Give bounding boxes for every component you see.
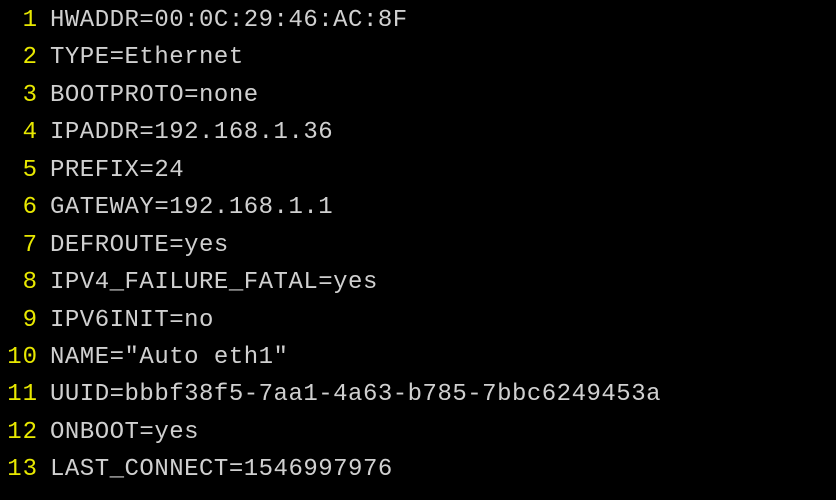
- line-number: 3: [0, 77, 50, 114]
- line-number: 7: [0, 227, 50, 264]
- line-number: 13: [0, 451, 50, 488]
- line-content[interactable]: IPV6INIT=no: [50, 302, 214, 339]
- editor-line[interactable]: 3 BOOTPROTO=none: [0, 77, 836, 114]
- line-content[interactable]: ONBOOT=yes: [50, 414, 199, 451]
- editor-line[interactable]: 6 GATEWAY=192.168.1.1: [0, 189, 836, 226]
- editor-line[interactable]: 7 DEFROUTE=yes: [0, 227, 836, 264]
- line-number: 5: [0, 152, 50, 189]
- line-content[interactable]: HWADDR=00:0C:29:46:AC:8F: [50, 2, 408, 39]
- line-content[interactable]: IPV4_FAILURE_FATAL=yes: [50, 264, 378, 301]
- line-number: 1: [0, 2, 50, 39]
- editor-line[interactable]: 1 HWADDR=00:0C:29:46:AC:8F: [0, 2, 836, 39]
- line-number: 12: [0, 414, 50, 451]
- editor-line[interactable]: 9 IPV6INIT=no: [0, 302, 836, 339]
- editor-line[interactable]: 11 UUID=bbbf38f5-7aa1-4a63-b785-7bbc6249…: [0, 376, 836, 413]
- line-number: 11: [0, 376, 50, 413]
- line-number: 6: [0, 189, 50, 226]
- line-content[interactable]: BOOTPROTO=none: [50, 77, 259, 114]
- line-number: 8: [0, 264, 50, 301]
- editor-line[interactable]: 13 LAST_CONNECT=1546997976: [0, 451, 836, 488]
- text-editor[interactable]: 1 HWADDR=00:0C:29:46:AC:8F 2 TYPE=Ethern…: [0, 2, 836, 489]
- line-number: 2: [0, 39, 50, 76]
- line-number: 4: [0, 114, 50, 151]
- editor-line[interactable]: 2 TYPE=Ethernet: [0, 39, 836, 76]
- line-content[interactable]: GATEWAY=192.168.1.1: [50, 189, 333, 226]
- line-number: 9: [0, 302, 50, 339]
- line-content[interactable]: UUID=bbbf38f5-7aa1-4a63-b785-7bbc6249453…: [50, 376, 661, 413]
- line-content[interactable]: TYPE=Ethernet: [50, 39, 244, 76]
- editor-line[interactable]: 5 PREFIX=24: [0, 152, 836, 189]
- line-content[interactable]: LAST_CONNECT=1546997976: [50, 451, 393, 488]
- editor-line[interactable]: 10 NAME="Auto eth1": [0, 339, 836, 376]
- editor-line[interactable]: 4 IPADDR=192.168.1.36: [0, 114, 836, 151]
- editor-line[interactable]: 8 IPV4_FAILURE_FATAL=yes: [0, 264, 836, 301]
- editor-line[interactable]: 12 ONBOOT=yes: [0, 414, 836, 451]
- line-content[interactable]: DEFROUTE=yes: [50, 227, 229, 264]
- line-content[interactable]: NAME="Auto eth1": [50, 339, 288, 376]
- line-content[interactable]: PREFIX=24: [50, 152, 184, 189]
- line-number: 10: [0, 339, 50, 376]
- line-content[interactable]: IPADDR=192.168.1.36: [50, 114, 333, 151]
